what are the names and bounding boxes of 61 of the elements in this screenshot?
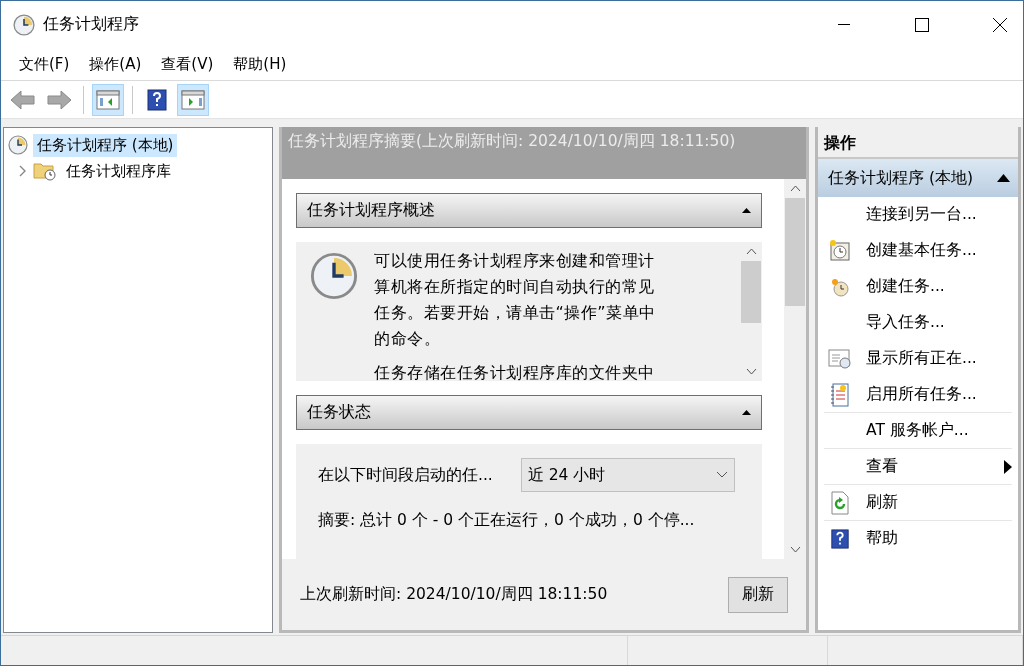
actions-header: 操作 [818, 127, 1018, 159]
scrollbar-thumb[interactable] [741, 261, 761, 323]
status-summary: 摘要: 总计 0 个 - 0 个正在运行，0 个成功，0 个停... [317, 510, 696, 532]
forward-arrow-icon [46, 88, 72, 111]
overview-text: 任务存储在任务计划程序库的文件夹中 [374, 362, 656, 382]
pane-toggle-button[interactable] [177, 83, 209, 116]
action-item[interactable]: 帮助 [824, 521, 1012, 557]
tree-item[interactable]: 任务计划程序 (本地) [33, 133, 178, 157]
maximize-icon [915, 17, 929, 32]
app-clock-icon [13, 13, 35, 36]
refresh-button[interactable]: 刷新 [728, 576, 788, 613]
collapse-icon [742, 410, 751, 416]
overview-text: 可以使用任务计划程序来创建和管理计算机将在所指定的时间自动执行的常见任务。若要开始，请单击“操作”菜单中的命令。 [374, 250, 657, 350]
action-item[interactable]: AT 服务帐户... [824, 413, 1012, 449]
menu-item[interactable]: 文件(F) [9, 49, 80, 79]
refresh-icon [830, 490, 850, 515]
action-item[interactable]: 连接到另一台... [824, 197, 1012, 233]
action-item[interactable]: 刷新 [824, 485, 1012, 521]
calendar-clock-icon [829, 239, 851, 262]
scroll-up-icon[interactable] [745, 248, 757, 255]
collapse-icon [997, 174, 1010, 182]
collapse-icon [742, 208, 751, 213]
back-arrow-icon [10, 88, 36, 111]
clock-star-icon [830, 276, 850, 297]
action-group-header[interactable]: 任务计划程序 (本地) [818, 159, 1018, 197]
action-item[interactable]: 创建基本任务... [824, 233, 1012, 269]
overview-section-header[interactable]: 任务计划程序概述 [296, 193, 762, 228]
scroll-up-icon[interactable] [789, 185, 801, 192]
menu-item[interactable]: 帮助(H) [223, 49, 297, 79]
status-section-header[interactable]: 任务状态 [296, 395, 762, 431]
close-icon [993, 17, 1007, 32]
folder-clock-icon [33, 160, 57, 182]
chevron-down-icon [715, 471, 728, 480]
help-icon [830, 528, 850, 549]
window-title: 任务计划程序 [43, 14, 140, 35]
action-item[interactable]: 显示所有正在... [824, 341, 1012, 377]
action-item[interactable]: 导入任务... [824, 305, 1012, 341]
pane-icon [96, 89, 120, 110]
pane-icon [181, 89, 205, 110]
chevron-right-icon[interactable] [18, 165, 28, 177]
action-item[interactable]: 启用所有任务... [824, 377, 1012, 413]
notebook-icon [830, 382, 850, 407]
scroll-down-icon[interactable] [789, 546, 801, 553]
action-item[interactable]: 查看 [824, 449, 1012, 485]
submenu-arrow-icon [1004, 459, 1012, 474]
last-refresh-text: 上次刷新时间: 2024/10/10/周四 18:11:50 [300, 584, 608, 605]
help-icon [146, 88, 168, 111]
list-clock-icon [828, 348, 852, 369]
menu-item[interactable]: 查看(V) [151, 49, 224, 79]
scroll-down-icon[interactable] [745, 368, 757, 376]
action-item[interactable]: 创建任务... [824, 269, 1012, 305]
minimize-icon [838, 23, 850, 26]
menu-item[interactable]: 操作(A) [79, 49, 152, 79]
tree-item[interactable]: 任务计划程序库 [62, 159, 175, 183]
clock-icon [8, 135, 28, 155]
summary-header: 任务计划程序摘要(上次刷新时间: 2024/10/10/周四 18:11:50) [282, 127, 806, 179]
time-range-dropdown[interactable]: 近 24 小时 [520, 458, 735, 493]
scrollbar-thumb[interactable] [785, 198, 805, 306]
filter-label: 在以下时间段启动的任... [318, 464, 493, 486]
pane-toggle-button[interactable] [92, 83, 124, 116]
clock-icon [310, 252, 358, 300]
